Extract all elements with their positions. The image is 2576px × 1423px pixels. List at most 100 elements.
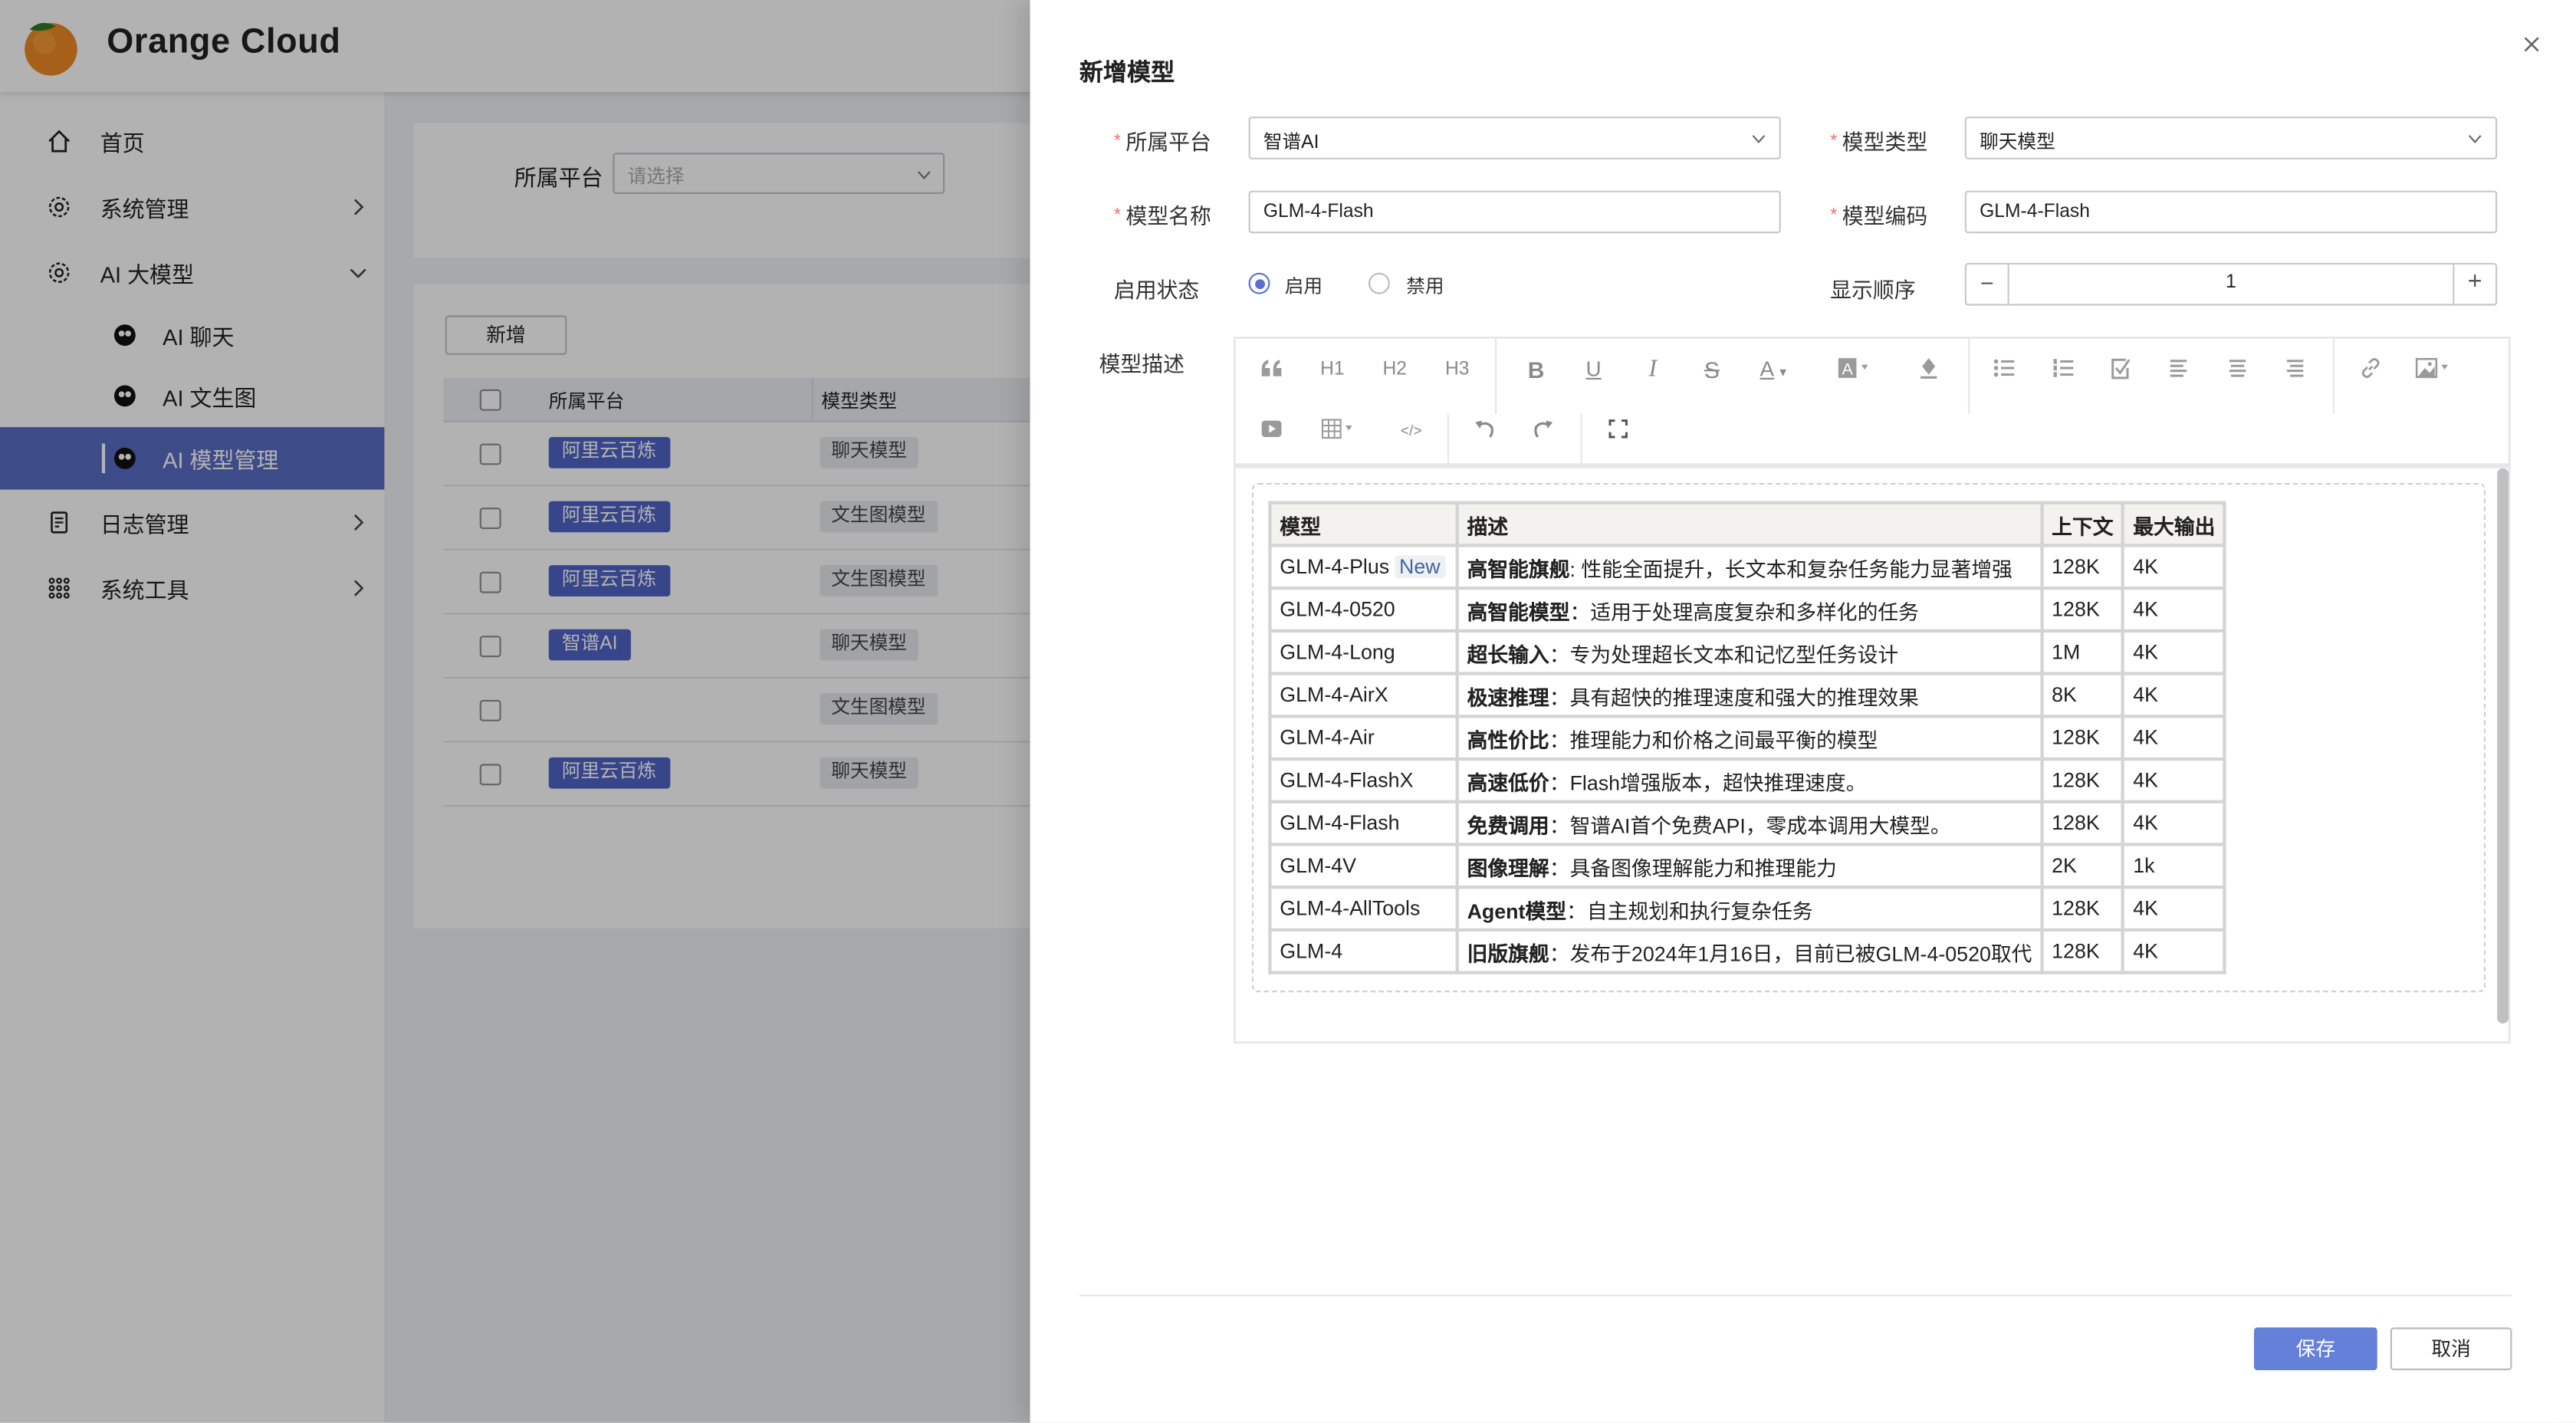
description-table-row: GLM-4-FlashX 高速低价：Flash增强版本，超快推理速度。 128K 4K [1268,757,2227,804]
description-highlight: 高性价比 [1467,728,1549,752]
align-center-icon [2229,360,2246,377]
editor-content[interactable]: 模型 描述 上下文 最大输出 GLM-4-Plus New 高智能旗舰: 性能全面提… [1235,468,2509,1042]
clear-format-button[interactable] [1912,352,1945,388]
image-icon [2415,357,2448,379]
dropdown-caret-icon: ▼ [1774,368,1789,380]
strikethrough-button[interactable]: S [1695,352,1728,388]
description-table-row: GLM-4-Flash 免费调用：智谱AI首个免费API，零成本调用大模型。 128… [1268,800,2227,846]
checklist-button[interactable] [2104,352,2137,388]
model-name: GLM-4-0520 [1280,598,1395,621]
redo-icon [1534,420,1552,438]
model-cell: GLM-4-FlashX [1268,757,1459,804]
close-icon[interactable] [2518,31,2545,58]
editor-toolbar: H1 H2 H3 B U I S A ▼ A </> [1235,338,2509,468]
underline-icon: U [1585,357,1602,382]
model-name: GLM-4-Flash [1280,811,1400,835]
description-separator: ： [1549,813,1570,837]
status-enabled-radio[interactable] [1248,272,1270,294]
save-button[interactable]: 保存 [2254,1327,2377,1371]
code-button[interactable]: </> [1393,412,1429,449]
description-text: 自主规划和执行复杂任务 [1586,899,1813,923]
description-cell: 旧版旗舰：发布于2024年1月16日，目前已被GLM-4-0520取代 [1455,928,2044,974]
description-table-row: GLM-4V 图像理解：具备图像理解能力和推理能力 2K 1k [1268,843,2227,889]
model-name: GLM-4V [1280,854,1357,878]
align-center-button[interactable] [2221,352,2254,388]
description-text: 具有超快的推理速度和强大的推理效果 [1569,685,1919,709]
model-type-value: 聊天模型 [1980,133,2055,153]
underline-button[interactable]: U [1577,352,1610,388]
chevron-down-icon [2468,135,2482,143]
fullscreen-button[interactable] [1602,412,1635,449]
context-cell: 128K [2040,544,2125,590]
max-output-cell: 4K [2121,672,2227,718]
description-cell: 超长输入：专为处理超长文本和记忆型任务设计 [1455,629,2044,675]
status-label: 启用状态 [1113,278,1200,303]
bullet-list-icon [1993,359,2015,377]
model-code-label: * 模型编码 [1830,203,1928,228]
footer-divider [1079,1294,2512,1296]
description-cell: 极速推理：具有超快的推理速度和强大的推理效果 [1455,672,2044,718]
context-cell: 128K [2040,757,2125,804]
font-color-button[interactable]: A ▼ [1753,352,1796,388]
description-separator: ： [1566,899,1587,923]
increment-button[interactable]: + [2453,265,2496,304]
h3-button[interactable]: H3 [1439,352,1475,388]
platform-value: 智谱AI [1263,133,1319,153]
description-separator: ： [1549,642,1570,666]
redo-button[interactable] [1526,412,1559,449]
display-order-stepper: − 1 + [1964,262,2498,306]
max-output-cell: 4K [2121,715,2227,761]
model-name-input[interactable]: GLM-4-Flash [1248,190,1781,234]
table-button[interactable] [1318,412,1364,449]
status-disabled-label[interactable]: 禁用 [1406,273,1444,299]
description-text: 适用于处理高度复杂和多样化的任务 [1590,600,1919,624]
description-cell: 免费调用：智谱AI首个免费API，零成本调用大模型。 [1455,800,2044,846]
context-cell: 128K [2040,800,2125,846]
description-highlight: 极速推理 [1467,685,1549,709]
h1-button[interactable]: H1 [1314,352,1350,388]
cancel-button[interactable]: 取消 [2390,1327,2512,1371]
undo-button[interactable] [1469,412,1502,449]
max-output-cell: 4K [2121,757,2227,804]
status-enabled-label[interactable]: 启用 [1285,273,1322,299]
svg-text:A: A [1842,360,1854,379]
ordered-list-button[interactable] [2047,352,2080,388]
platform-select[interactable]: 智谱AI [1248,117,1781,159]
display-order-value[interactable]: 1 [2009,273,2453,293]
align-left-button[interactable] [2162,352,2195,388]
model-cell: GLM-4-AirX [1268,672,1459,718]
platform-label: * 所属平台 [1113,130,1211,155]
toolbar-divider [1580,414,1582,464]
bullet-list-button[interactable] [1988,352,2021,388]
undo-icon [1475,420,1494,438]
h2-button[interactable]: H2 [1377,352,1413,388]
model-cell: GLM-4V [1268,843,1459,889]
max-output-cell: 4K [2121,629,2227,675]
video-button[interactable] [1255,412,1288,449]
video-icon [1261,420,1282,437]
description-cell: 图像理解：具备图像理解能力和推理能力 [1455,843,2044,889]
model-type-select[interactable]: 聊天模型 [1964,117,2498,159]
description-highlight: 图像理解 [1467,856,1549,880]
align-right-button[interactable] [2279,352,2312,388]
quote-button[interactable] [1255,352,1288,388]
toolbar-divider [1447,414,1449,464]
status-disabled-radio[interactable] [1368,272,1390,294]
decrement-button[interactable]: − [1967,265,2009,304]
description-highlight: 超长输入 [1467,642,1549,666]
model-code-input[interactable]: GLM-4-Flash [1964,190,2498,234]
max-output-cell: 4K [2121,885,2227,932]
editor-scrollbar[interactable] [2497,468,2509,1024]
description-label: 模型描述 [1099,351,1185,376]
model-name-value: GLM-4-Flash [1263,202,1374,222]
link-button[interactable] [2354,352,2387,388]
align-left-icon [2170,360,2187,377]
required-mark: * [1830,131,1838,152]
required-mark: * [1113,131,1122,152]
background-color-button[interactable]: A [1833,352,1876,388]
font-color-icon: A [1760,357,1775,382]
italic-button[interactable]: I [1636,352,1669,388]
bold-button[interactable]: B [1520,352,1552,388]
image-button[interactable] [2412,352,2458,388]
toolbar-divider [1494,338,1497,414]
